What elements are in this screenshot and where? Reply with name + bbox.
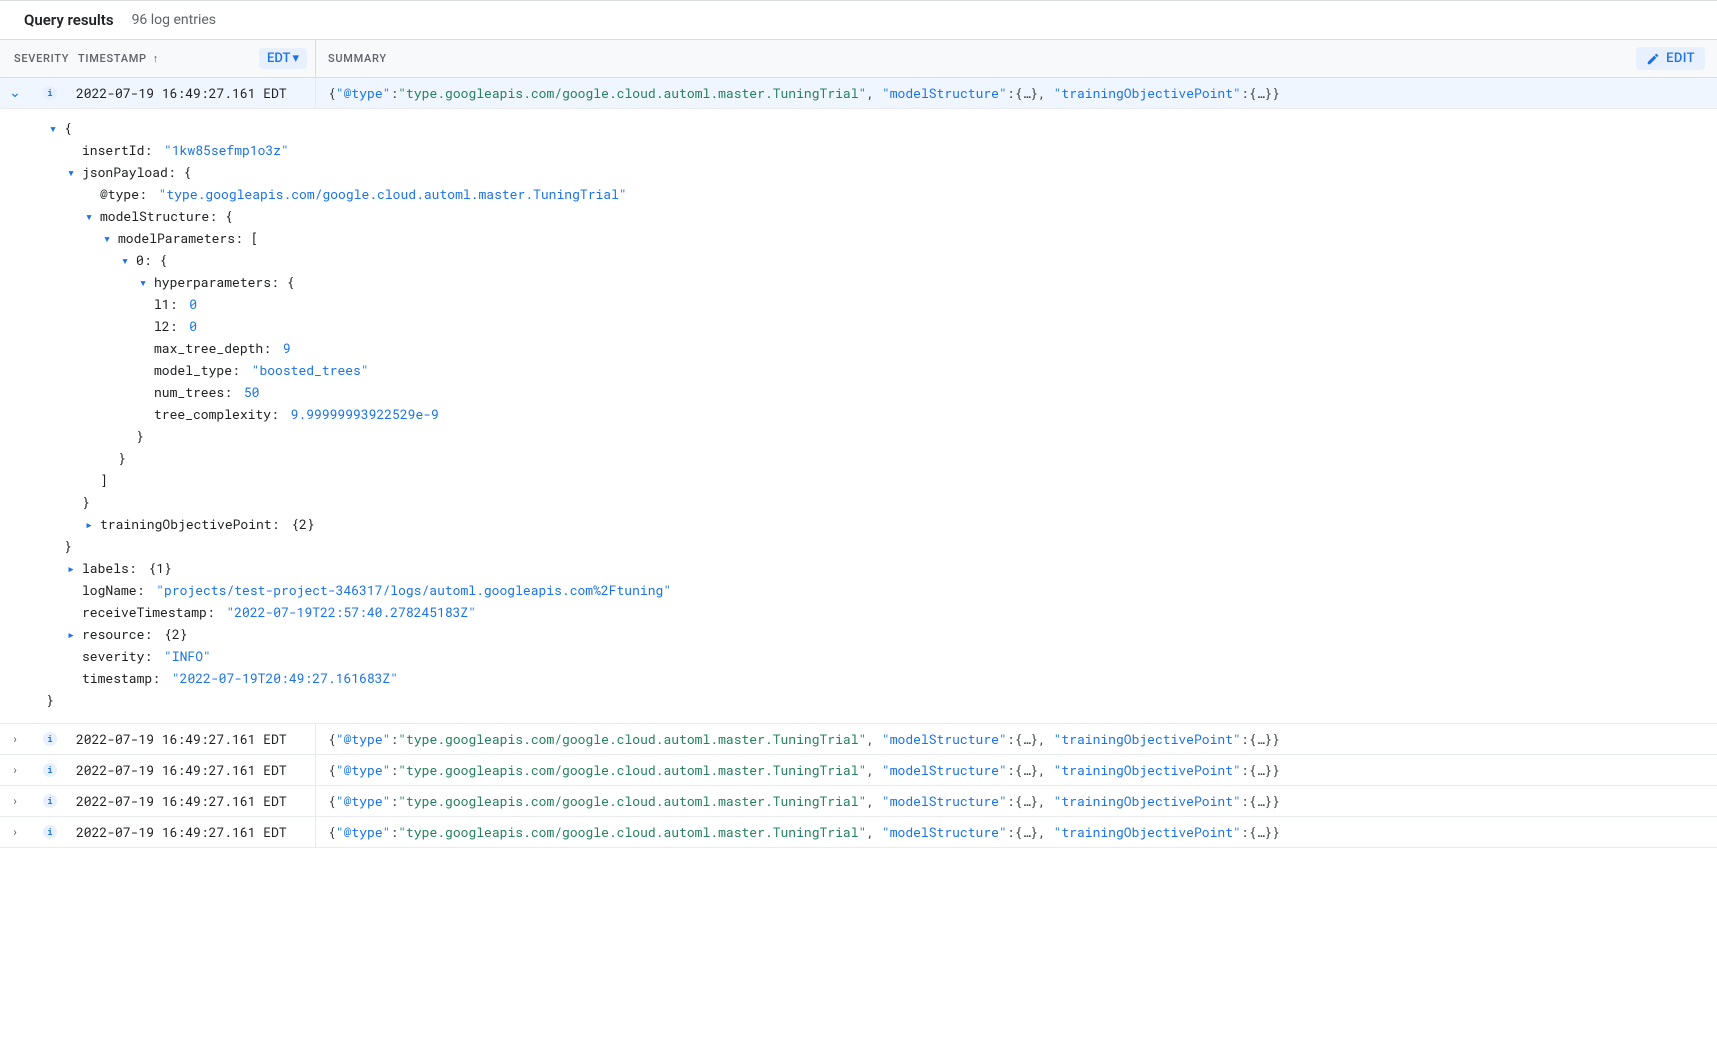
- sort-asc-icon: ↑: [153, 52, 159, 65]
- timestamp-cell: 2022-07-19 16:49:27.161 EDT: [70, 817, 316, 847]
- expand-toggle[interactable]: ›: [0, 763, 30, 777]
- chevron-right-icon: ›: [13, 763, 17, 777]
- expand-toggle[interactable]: ›: [0, 794, 30, 808]
- timestamp-cell: 2022-07-19 16:49:27.161 EDT: [70, 724, 316, 754]
- severity-badge[interactable]: i: [30, 825, 70, 839]
- col-header-severity[interactable]: SEVERITY: [0, 52, 70, 65]
- log-row[interactable]: › i 2022-07-19 16:49:27.161 EDT{"@type":"t…: [0, 786, 1717, 817]
- column-header-row: SEVERITY TIMESTAMP ↑ EDT ▾ SUMMARY EDIT: [0, 40, 1717, 78]
- col-header-timestamp[interactable]: TIMESTAMP ↑ EDT ▾: [70, 40, 316, 77]
- summary-cell[interactable]: {"@type":"type.googleapis.com/google.clo…: [316, 817, 1717, 847]
- info-icon: i: [43, 794, 57, 808]
- log-row[interactable]: › i 2022-07-19 16:49:27.161 EDT{"@type":"t…: [0, 817, 1717, 848]
- caret-down-icon[interactable]: ▾: [100, 229, 114, 247]
- summary-cell[interactable]: {"@type":"type.googleapis.com/google.clo…: [316, 724, 1717, 754]
- caret-down-icon[interactable]: ▾: [118, 251, 132, 269]
- pencil-icon: [1646, 52, 1660, 66]
- timestamp-cell: 2022-07-19 16:49:27.161 EDT: [70, 78, 316, 108]
- info-icon: i: [43, 763, 57, 777]
- caret-down-icon[interactable]: ▾: [82, 207, 96, 225]
- chevron-right-icon: ›: [13, 825, 17, 839]
- caret-down-icon[interactable]: ▾: [46, 119, 60, 137]
- expanded-log-detail: ▾{ insertId: "1kw85sefmp1o3z" ▾jsonPaylo…: [0, 109, 1717, 724]
- expand-toggle[interactable]: ⌄: [0, 85, 30, 101]
- summary-cell[interactable]: {"@type":"type.googleapis.com/google.clo…: [316, 755, 1717, 785]
- col-header-summary[interactable]: SUMMARY: [328, 52, 387, 65]
- timestamp-cell: 2022-07-19 16:49:27.161 EDT: [70, 786, 316, 816]
- timezone-chip[interactable]: EDT ▾: [259, 48, 307, 69]
- info-icon: i: [43, 86, 57, 100]
- info-icon: i: [43, 732, 57, 746]
- severity-badge[interactable]: i: [30, 794, 70, 808]
- expand-toggle[interactable]: ›: [0, 732, 30, 746]
- severity-badge[interactable]: i: [30, 86, 70, 100]
- severity-badge[interactable]: i: [30, 732, 70, 746]
- log-row[interactable]: › i 2022-07-19 16:49:27.161 EDT{"@type":"t…: [0, 755, 1717, 786]
- edit-button[interactable]: EDIT: [1636, 47, 1705, 70]
- info-icon: i: [43, 825, 57, 839]
- expand-toggle[interactable]: ›: [0, 825, 30, 839]
- caret-right-icon[interactable]: ▸: [64, 559, 78, 577]
- chevron-right-icon: ›: [13, 794, 17, 808]
- caret-right-icon[interactable]: ▸: [82, 515, 96, 533]
- chevron-down-icon: ▾: [292, 51, 299, 66]
- query-results-header: Query results 96 log entries: [0, 1, 1717, 40]
- page-title: Query results: [24, 11, 114, 29]
- summary-cell[interactable]: {"@type":"type.googleapis.com/google.clo…: [316, 786, 1717, 816]
- entry-count: 96 log entries: [132, 12, 216, 28]
- caret-down-icon[interactable]: ▾: [136, 273, 150, 291]
- log-row[interactable]: › i 2022-07-19 16:49:27.161 EDT{"@type":"t…: [0, 724, 1717, 755]
- log-row[interactable]: ⌄ i 2022-07-19 16:49:27.161 EDT {"@type"…: [0, 78, 1717, 109]
- chevron-right-icon: ›: [13, 732, 17, 746]
- timestamp-cell: 2022-07-19 16:49:27.161 EDT: [70, 755, 316, 785]
- caret-down-icon[interactable]: ▾: [64, 163, 78, 181]
- caret-right-icon[interactable]: ▸: [64, 625, 78, 643]
- severity-badge[interactable]: i: [30, 763, 70, 777]
- chevron-down-icon: ⌄: [9, 85, 21, 101]
- summary-cell[interactable]: {"@type":"type.googleapis.com/google.clo…: [316, 78, 1717, 108]
